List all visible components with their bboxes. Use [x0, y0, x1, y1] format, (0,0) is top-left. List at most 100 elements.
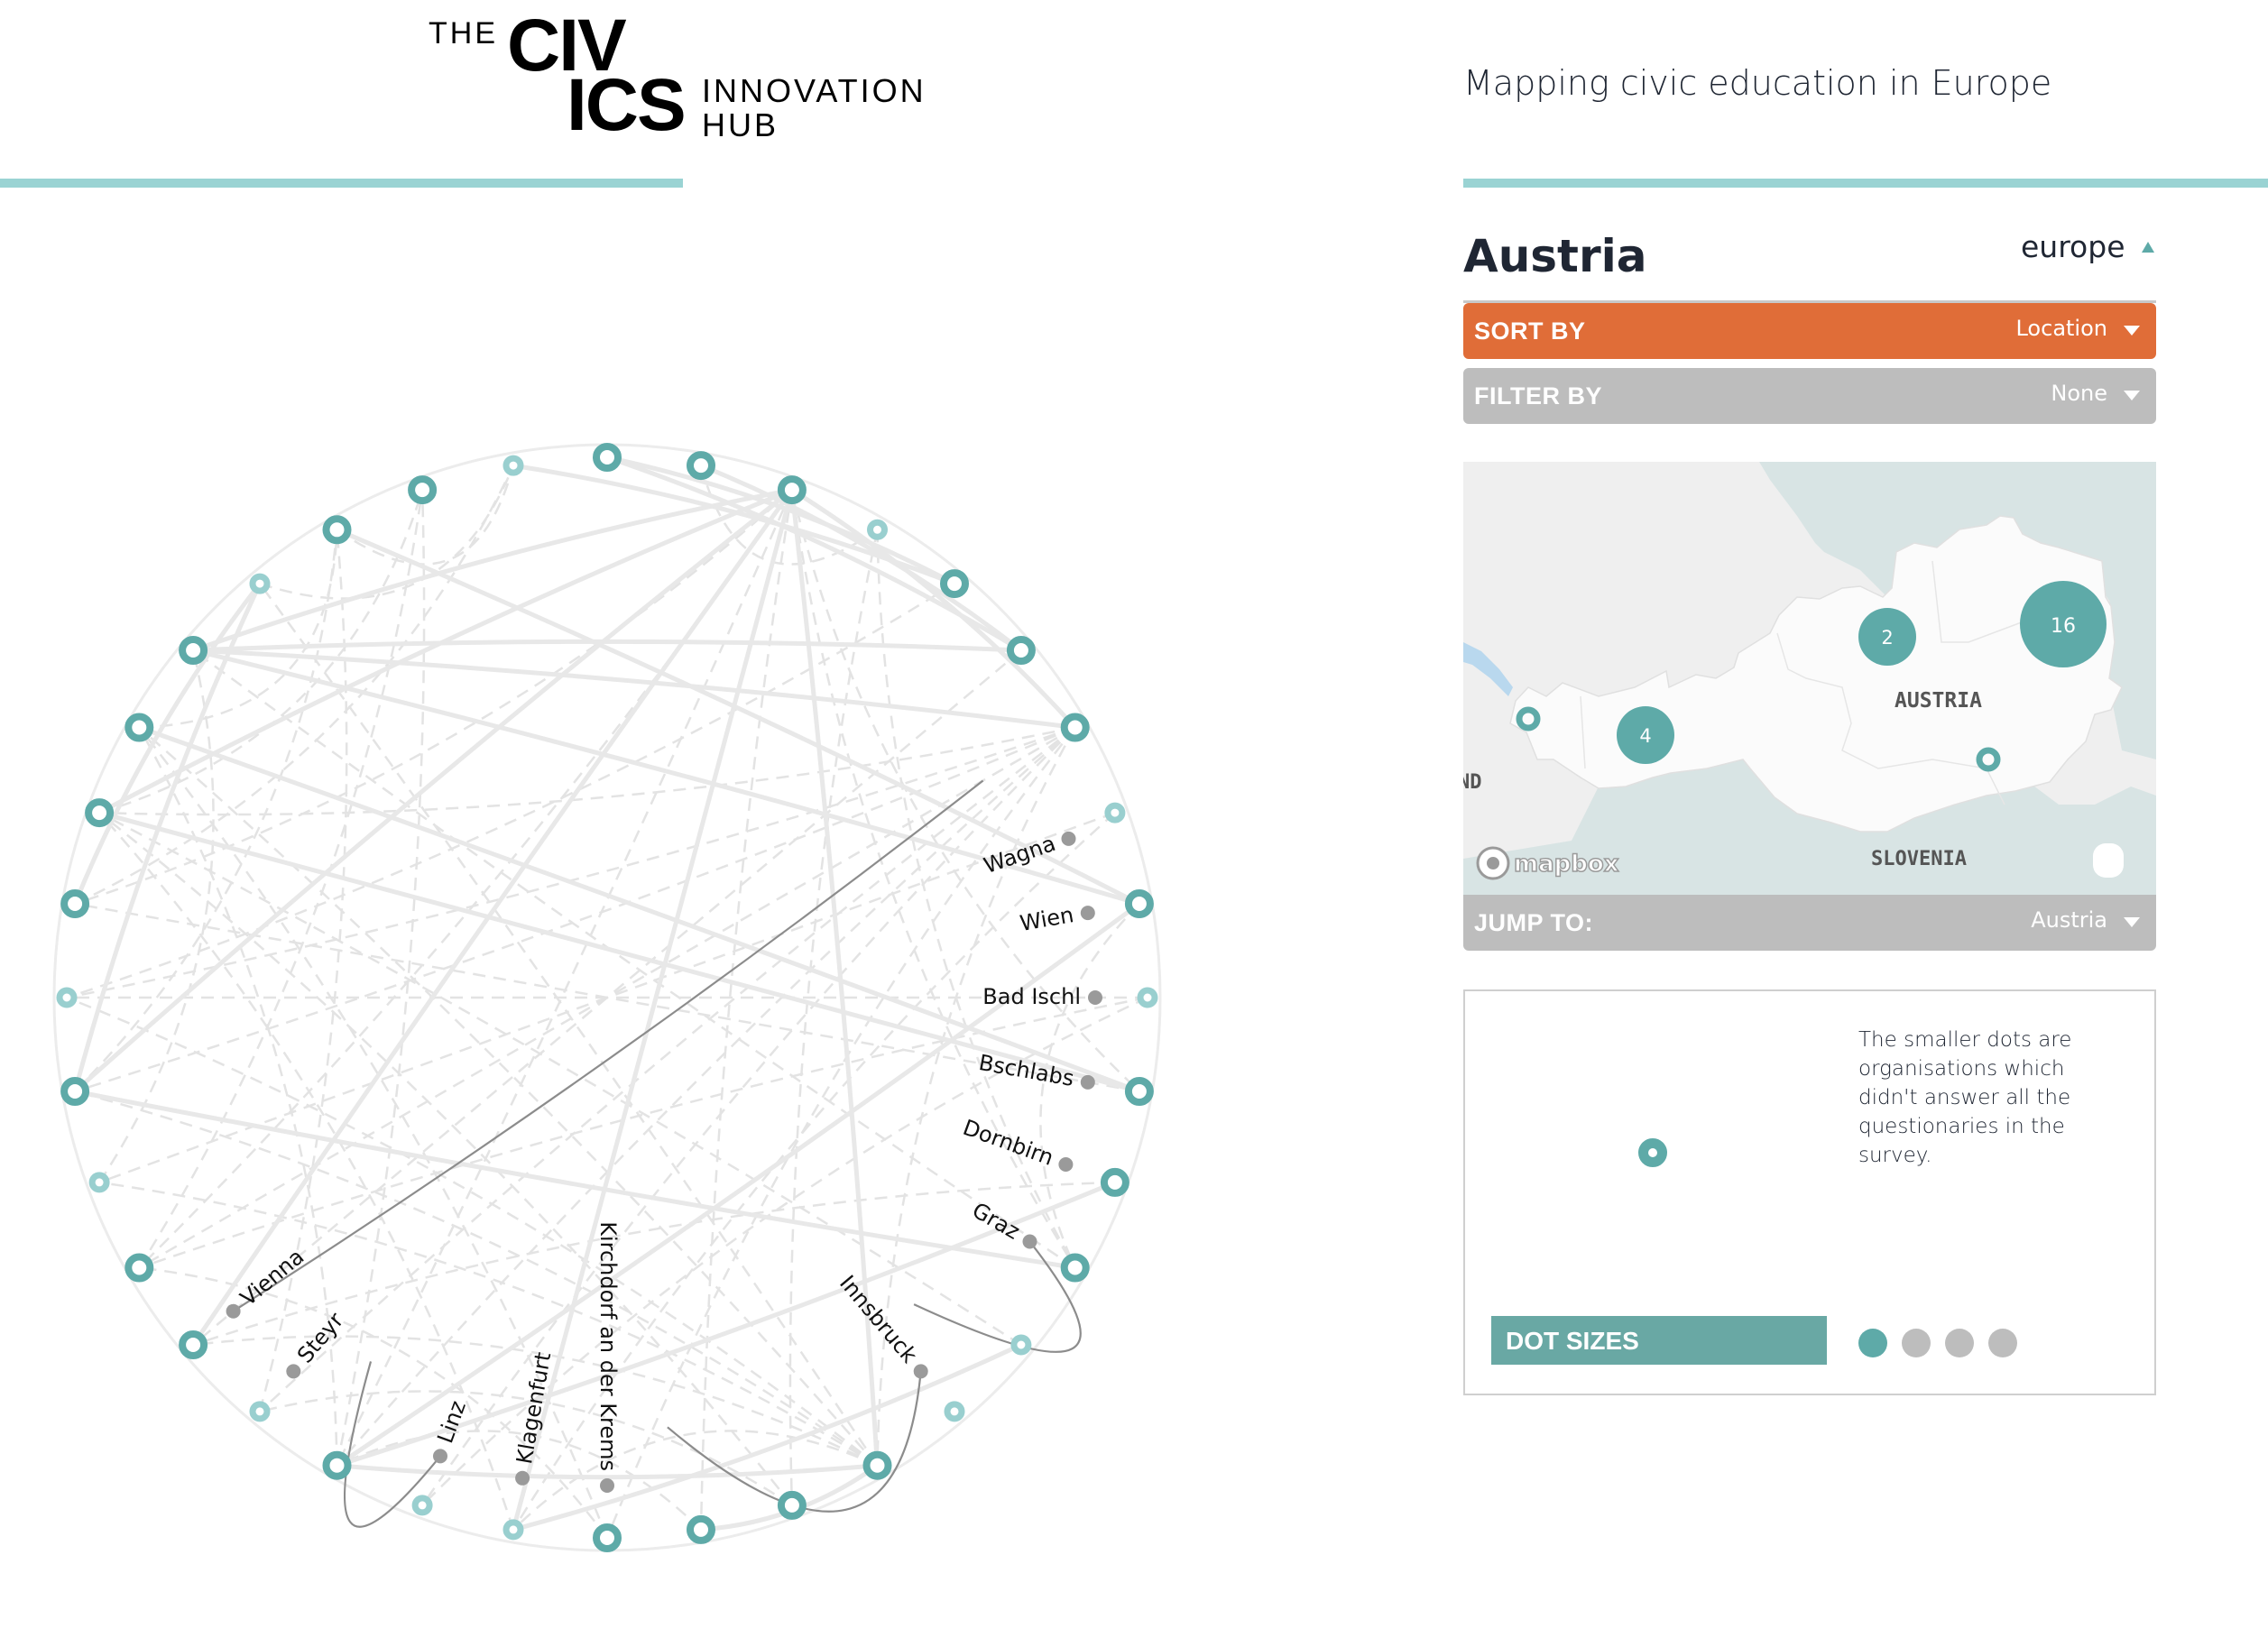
- dot-size-option-4[interactable]: [1988, 1329, 2017, 1357]
- organisation-node[interactable]: [179, 636, 208, 665]
- map-label-south: SLOVENIA: [1871, 848, 1967, 870]
- jump-to-dropdown[interactable]: JUMP TO: Austria: [1463, 895, 2156, 951]
- dashed-link: [98, 1181, 879, 1467]
- map-cluster-east[interactable]: 16: [2020, 581, 2107, 667]
- location-dot[interactable]: [1022, 1234, 1037, 1249]
- organisation-node[interactable]: [1137, 987, 1158, 1008]
- organisation-node[interactable]: [1124, 1077, 1154, 1106]
- location-dot[interactable]: [1080, 906, 1095, 921]
- sort-by-value: Location: [2015, 316, 2107, 341]
- sort-by-label: SORT BY: [1474, 317, 1586, 345]
- location-label: Wien: [1018, 902, 1075, 936]
- organisation-node[interactable]: [1006, 636, 1036, 665]
- filter-by-dropdown[interactable]: FILTER BY None: [1463, 368, 2156, 424]
- legend-panel: The smaller dots are organisations which…: [1463, 989, 2156, 1395]
- map-label-west: ND: [1463, 771, 1482, 794]
- dashed-link: [138, 489, 793, 1269]
- organisation-node[interactable]: [179, 1330, 208, 1359]
- organisation-node[interactable]: [88, 1172, 110, 1193]
- organisation-node[interactable]: [867, 519, 888, 540]
- organisation-node[interactable]: [249, 573, 271, 594]
- logo-innovation-hub: INNOVATION HUB: [702, 74, 927, 143]
- organisation-node[interactable]: [1060, 1253, 1090, 1283]
- right-accent-bar: [1463, 179, 2268, 188]
- organisation-node[interactable]: [56, 987, 78, 1008]
- legend-note: The smaller dots are organisations which…: [1858, 1028, 2072, 1167]
- left-accent-bar: [0, 179, 683, 188]
- organisation-node[interactable]: [60, 889, 90, 918]
- dashed-link: [258, 583, 879, 1467]
- caret-down-icon: [2124, 326, 2140, 336]
- location-dot[interactable]: [226, 1303, 241, 1319]
- organisation-node[interactable]: [1100, 1167, 1129, 1197]
- organisation-node[interactable]: [777, 1490, 807, 1520]
- dot-size-option-1[interactable]: [1858, 1329, 1887, 1357]
- dashed-link: [98, 811, 1022, 1347]
- location-dot[interactable]: [1088, 990, 1102, 1005]
- solid-link: [192, 487, 793, 653]
- organisation-node[interactable]: [124, 713, 154, 742]
- organisation-node[interactable]: [593, 1523, 622, 1552]
- solid-link: [512, 1342, 1022, 1532]
- logo-hub: HUB: [702, 106, 779, 143]
- highlight-link: [913, 1240, 1082, 1353]
- location-label: Bschlabs: [977, 1050, 1076, 1091]
- logo-ics: ICS: [567, 64, 687, 146]
- jump-to-value: Austria: [2031, 907, 2107, 933]
- location-label: Dornbirn: [960, 1115, 1057, 1171]
- location-dot[interactable]: [600, 1478, 614, 1493]
- location-labels: WagnaWienBad IschlBschlabsDornbirnGrazIn…: [226, 831, 1102, 1493]
- caret-down-icon: [2124, 917, 2140, 927]
- organisation-node[interactable]: [944, 1401, 965, 1422]
- solid-link: [512, 463, 955, 586]
- organisation-node[interactable]: [85, 798, 115, 828]
- organisation-node[interactable]: [687, 1514, 715, 1544]
- triangle-up-icon[interactable]: [2142, 242, 2154, 253]
- location-dot[interactable]: [515, 1470, 530, 1486]
- page-tagline: Mapping civic education in Europe: [1463, 63, 2052, 103]
- location-label: Kirchdorf an der Krems: [595, 1221, 621, 1471]
- map-cluster-west[interactable]: 4: [1617, 706, 1674, 764]
- region-selector[interactable]: europe: [2021, 229, 2125, 264]
- location-dot[interactable]: [913, 1364, 928, 1379]
- dot-size-option-2[interactable]: [1902, 1329, 1931, 1357]
- chord-diagram[interactable]: WagnaWienBad IschlBschlabsDornbirnGrazIn…: [0, 216, 1263, 1647]
- location-dot[interactable]: [1080, 1074, 1095, 1090]
- organisation-node[interactable]: [322, 1450, 352, 1480]
- organisation-node[interactable]: [777, 475, 807, 505]
- cluster-count: 16: [2051, 615, 2076, 638]
- dot-sizes-label: DOT SIZES: [1491, 1316, 1827, 1365]
- organisation-node[interactable]: [1104, 802, 1126, 824]
- solid-link: [73, 488, 794, 1093]
- organisation-node[interactable]: [687, 451, 715, 481]
- dashed-link: [421, 726, 1076, 1506]
- location-dot[interactable]: [433, 1449, 447, 1464]
- organisation-node[interactable]: [1010, 1334, 1032, 1356]
- location-dot[interactable]: [1061, 831, 1076, 846]
- jump-to-label: JUMP TO:: [1474, 909, 1594, 936]
- organisation-node[interactable]: [1060, 713, 1090, 742]
- mapbox-logo[interactable]: mapbox: [1476, 846, 1619, 880]
- organisation-node[interactable]: [862, 1450, 892, 1480]
- map-canvas[interactable]: AUSTRIA SLOVENIA ND 16 2 4 mapbox: [1463, 462, 2156, 895]
- organisation-node[interactable]: [249, 1401, 271, 1422]
- dot-size-option-3[interactable]: [1945, 1329, 1974, 1357]
- map-cluster-north[interactable]: 2: [1858, 608, 1916, 666]
- civics-innovation-hub-logo[interactable]: THE CIV ICS INNOVATION HUB: [424, 9, 929, 153]
- organisation-node[interactable]: [124, 1253, 154, 1283]
- organisation-node[interactable]: [408, 475, 438, 505]
- organisation-node[interactable]: [502, 1519, 524, 1541]
- organisation-node[interactable]: [60, 1077, 90, 1106]
- map-info-button[interactable]: [2093, 843, 2124, 878]
- location-dot[interactable]: [1058, 1157, 1074, 1172]
- organisation-node[interactable]: [593, 443, 622, 472]
- location-dot[interactable]: [286, 1364, 301, 1379]
- organisation-node[interactable]: [940, 569, 969, 599]
- sort-by-dropdown[interactable]: SORT BY Location: [1463, 303, 2156, 359]
- organisation-node[interactable]: [502, 455, 524, 476]
- organisation-node[interactable]: [411, 1495, 433, 1516]
- organisation-node[interactable]: [1124, 889, 1154, 918]
- location-label: Innsbruck: [834, 1271, 922, 1368]
- organisation-node[interactable]: [322, 515, 352, 545]
- map[interactable]: AUSTRIA SLOVENIA ND 16 2 4 mapbox: [1463, 462, 2156, 895]
